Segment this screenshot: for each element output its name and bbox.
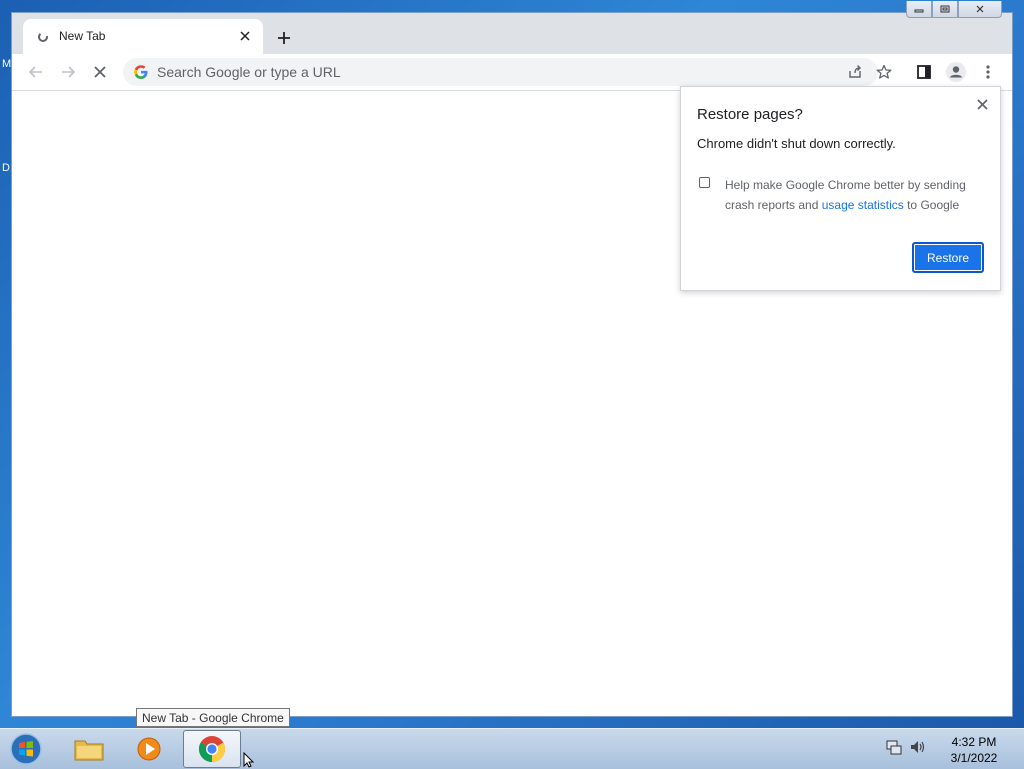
clock[interactable]: 4:32 PM 3/1/2022 [940,734,1008,766]
clock-time: 4:32 PM [951,735,997,749]
chrome-logo-icon [198,736,226,763]
usage-stats-checkbox[interactable] [699,177,710,188]
dialog-title: Restore pages? [697,106,803,123]
back-arrow-icon [28,66,42,78]
start-button[interactable] [6,731,46,767]
omnibox-input[interactable] [157,58,797,86]
close-window-button[interactable] [958,1,1002,18]
folder-icon [74,740,104,761]
maximize-button[interactable] [932,1,958,18]
dialog-message: Chrome didn't shut down correctly. [697,136,896,151]
profile-avatar-icon[interactable] [942,58,970,86]
forward-button[interactable] [54,58,82,86]
minimize-button[interactable] [906,1,932,18]
media-player-icon [137,737,161,761]
system-tray [885,738,927,760]
volume-icon[interactable] [909,738,927,760]
google-g-icon [133,64,149,80]
address-bar[interactable] [123,58,878,86]
clock-date: 3/1/2022 [950,751,998,765]
loading-spinner-icon [37,30,49,42]
tab-title: New Tab [59,29,106,43]
restore-button[interactable]: Restore [912,242,984,273]
stop-loading-button[interactable] [86,58,114,86]
bookmark-star-icon[interactable] [870,58,898,86]
desktop-icon-label-fragment: M [2,58,12,70]
tab-new-tab[interactable]: New Tab [23,19,263,54]
usage-stats-text-end: to Google [903,198,960,212]
file-explorer-taskbar-button[interactable] [60,730,118,768]
taskbar-tooltip: New Tab - Google Chrome [136,708,290,727]
stop-icon [94,66,106,78]
dialog-close-icon[interactable] [972,94,992,114]
title-bar: New Tab [12,1,1012,54]
more-menu-icon[interactable] [974,58,1002,86]
restore-pages-dialog: Restore pages? Chrome didn't shut down c… [680,86,1001,291]
chrome-taskbar-button[interactable] [183,730,241,768]
usage-stats-label: Help make Google Chrome better by sendin… [725,175,985,215]
share-icon[interactable] [841,58,869,86]
forward-arrow-icon [62,66,76,78]
mouse-cursor-icon [243,752,255,768]
back-button[interactable] [22,58,50,86]
taskbar: 4:32 PM 3/1/2022 [0,728,1024,769]
windows-orb-icon [10,733,42,765]
network-icon[interactable] [885,738,903,760]
side-panel-icon[interactable] [910,58,938,86]
tab-close-icon[interactable] [235,26,255,46]
media-player-taskbar-button[interactable] [120,730,178,768]
usage-statistics-link[interactable]: usage statistics [822,198,904,212]
window-controls [906,1,1002,19]
desktop-icon-label-fragment: D [2,162,10,174]
new-tab-button[interactable] [271,25,297,51]
